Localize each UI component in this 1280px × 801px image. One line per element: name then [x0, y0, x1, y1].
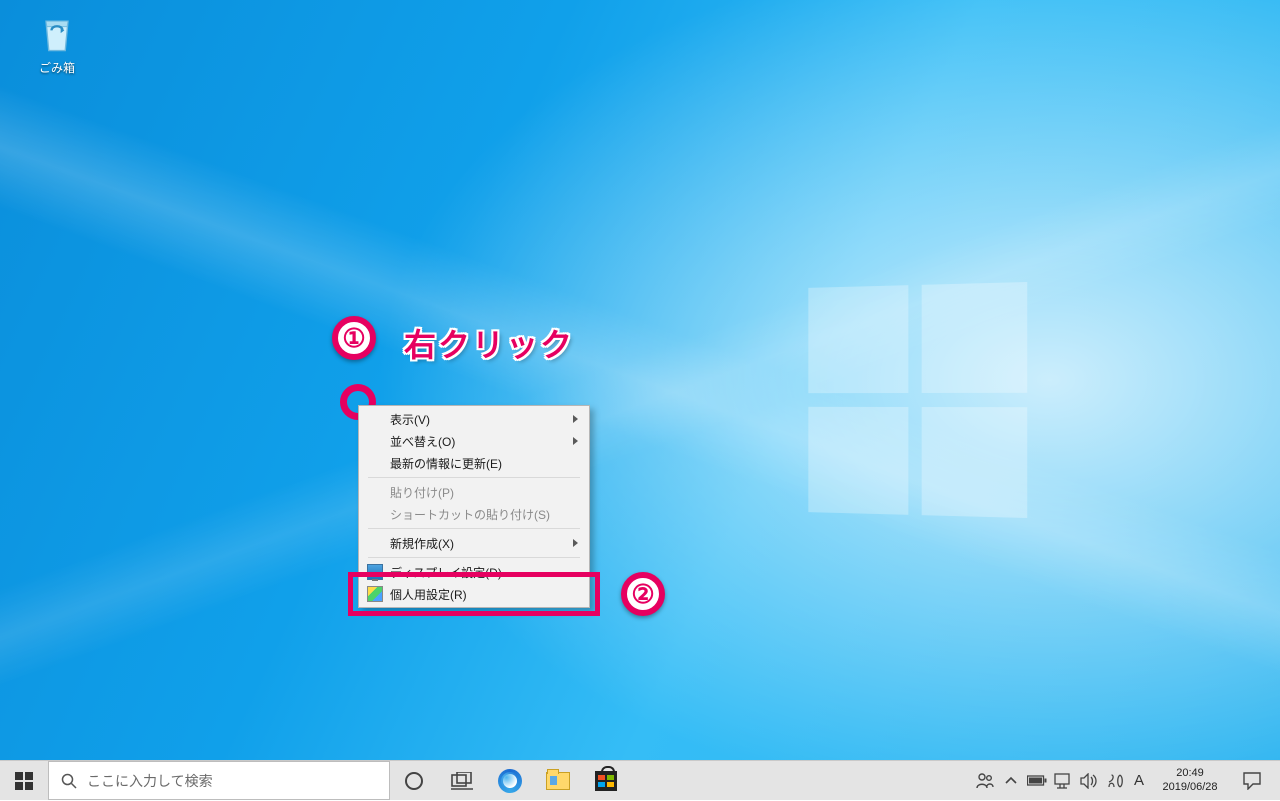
desktop[interactable]: ごみ箱 ① 右クリック 表示(V) 並べ替え(O) 最新の情報に更新(E) 貼り… [0, 0, 1280, 760]
search-placeholder: ここに入力して検索 [87, 771, 213, 791]
context-menu-personalize[interactable]: 個人用設定(R) [360, 583, 588, 605]
tray-volume[interactable] [1076, 761, 1102, 801]
annotation-badge-1: ① [332, 316, 376, 360]
menu-label: 並べ替え(O) [390, 433, 455, 450]
monitor-icon [367, 564, 383, 580]
task-view-button[interactable] [438, 761, 486, 800]
menu-label: ショートカットの貼り付け(S) [390, 506, 550, 523]
annotation-badge-2: ② [621, 572, 665, 616]
context-menu-sort[interactable]: 並べ替え(O) [360, 430, 588, 452]
menu-label: 新規作成(X) [390, 535, 454, 552]
tray-ime-mode[interactable] [1102, 761, 1128, 801]
file-explorer-icon [546, 772, 570, 790]
annotation-text-1: 右クリック [404, 320, 574, 366]
edge-icon [498, 769, 522, 793]
cortana-button[interactable] [390, 761, 438, 800]
cortana-icon [404, 771, 424, 791]
notification-icon [1243, 772, 1261, 790]
clock-date: 2019/06/28 [1162, 781, 1217, 794]
personalize-icon [367, 586, 383, 602]
recycle-bin-icon[interactable]: ごみ箱 [22, 12, 92, 76]
start-button[interactable] [0, 761, 48, 800]
search-icon [61, 773, 77, 789]
menu-label: 表示(V) [390, 411, 430, 428]
chevron-right-icon [573, 415, 578, 423]
menu-separator [368, 477, 580, 478]
recycle-bin-label: ごみ箱 [22, 59, 92, 76]
context-menu-display-settings[interactable]: ディスプレイ設定(D) [360, 561, 588, 583]
chevron-right-icon [573, 437, 578, 445]
taskbar-search[interactable]: ここに入力して検索 [48, 761, 390, 800]
context-menu-view[interactable]: 表示(V) [360, 408, 588, 430]
chevron-right-icon [573, 539, 578, 547]
tray-battery[interactable] [1024, 761, 1050, 801]
taskbar-clock[interactable]: 20:49 2019/06/28 [1150, 767, 1230, 793]
task-view-icon [451, 772, 473, 790]
context-menu-new[interactable]: 新規作成(X) [360, 532, 588, 554]
menu-separator [368, 528, 580, 529]
network-icon [1054, 773, 1072, 789]
tray-overflow[interactable] [998, 761, 1024, 801]
people-icon [976, 772, 994, 790]
taskbar-app-explorer[interactable] [534, 761, 582, 800]
microsoft-store-icon [595, 771, 617, 791]
chevron-up-icon [1005, 775, 1017, 787]
tray-ime-letter[interactable]: A [1128, 761, 1150, 801]
menu-label: 貼り付け(P) [390, 484, 454, 501]
context-menu-paste: 貼り付け(P) [360, 481, 588, 503]
battery-icon [1027, 775, 1047, 787]
clock-time: 20:49 [1176, 767, 1204, 780]
action-center-button[interactable] [1230, 772, 1274, 790]
taskbar-app-edge[interactable] [486, 761, 534, 800]
ime-mode-icon [1106, 772, 1124, 790]
tray-people[interactable] [972, 761, 998, 801]
menu-label: 最新の情報に更新(E) [390, 455, 502, 472]
ime-letter: A [1134, 772, 1144, 789]
menu-separator [368, 557, 580, 558]
menu-label: ディスプレイ設定(D) [390, 564, 502, 581]
windows-icon [15, 772, 33, 790]
taskbar: ここに入力して検索 [0, 760, 1280, 800]
windows-logo-wallpaper [808, 282, 1027, 518]
tray-network[interactable] [1050, 761, 1076, 801]
context-menu-paste-shortcut: ショートカットの貼り付け(S) [360, 503, 588, 525]
volume-icon [1080, 773, 1098, 789]
menu-label: 個人用設定(R) [390, 586, 467, 603]
taskbar-app-store[interactable] [582, 761, 630, 800]
system-tray: A 20:49 2019/06/28 [972, 761, 1280, 800]
desktop-context-menu: 表示(V) 並べ替え(O) 最新の情報に更新(E) 貼り付け(P) ショートカッ… [358, 405, 590, 608]
context-menu-refresh[interactable]: 最新の情報に更新(E) [360, 452, 588, 474]
